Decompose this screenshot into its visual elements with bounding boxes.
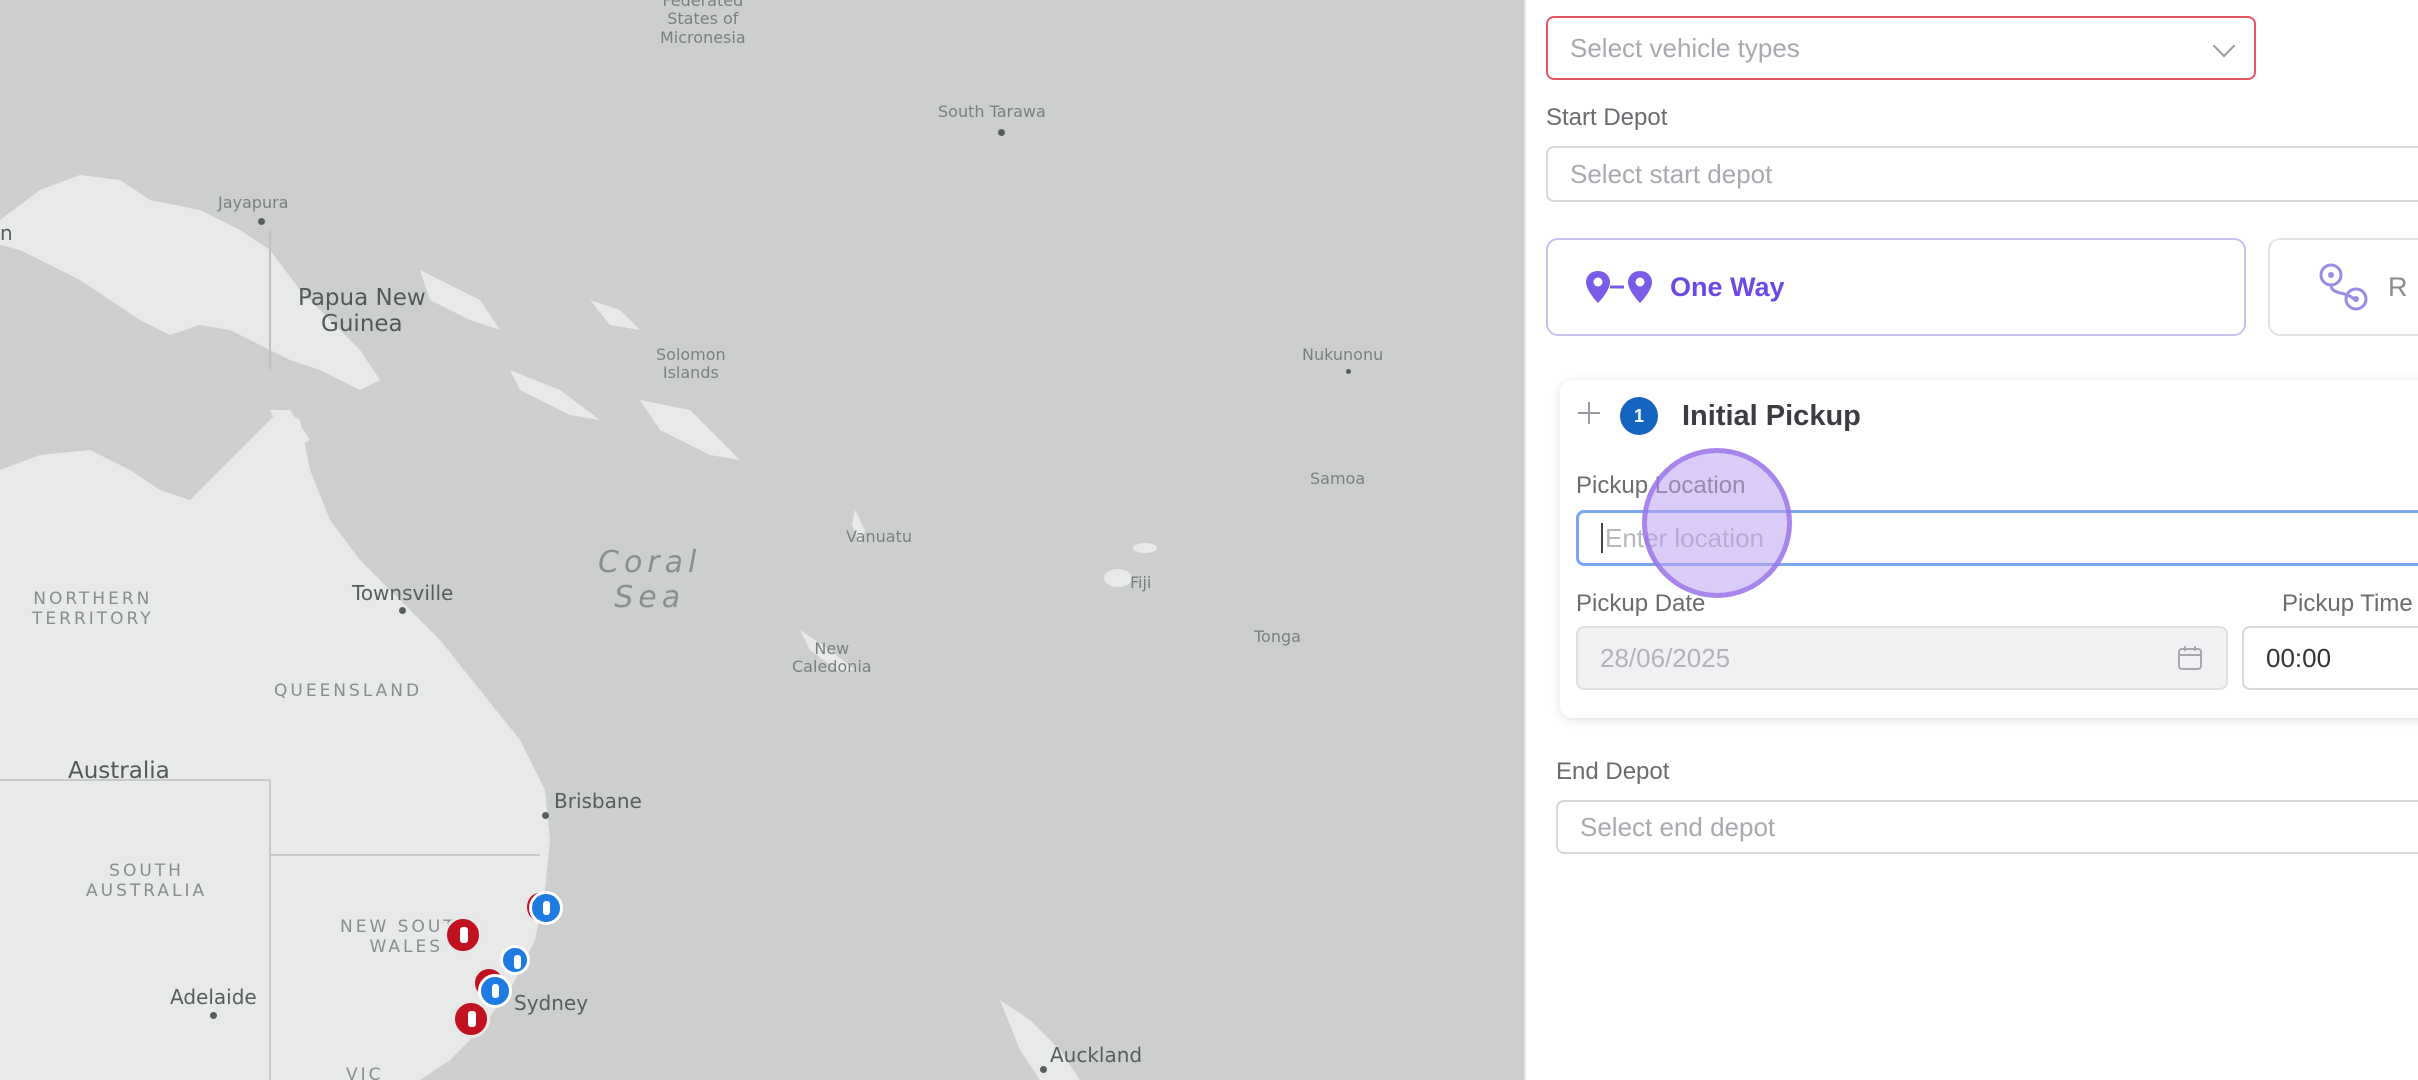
map-label-micronesia: Federated States of Micronesia (660, 0, 746, 47)
map-city-dot (542, 812, 549, 819)
map-label-vanuatu: Vanuatu (846, 527, 913, 546)
pickup-time-label: Pickup Time (2282, 590, 2413, 617)
one-way-label: One Way (1670, 271, 1785, 302)
map-label-auckland: Auckland (1050, 1043, 1143, 1067)
map-land-shapes (0, 175, 1157, 1080)
one-way-button[interactable]: One Way (1546, 238, 2246, 336)
start-depot-select[interactable]: Select start depot (1546, 146, 2418, 202)
pickup-time-input[interactable]: 00:00 (2242, 626, 2418, 690)
drag-handle-icon[interactable] (1576, 400, 1602, 426)
map-city-dot (998, 129, 1005, 136)
map-label-samoa: Samoa (1310, 469, 1366, 488)
map-view[interactable]: Federated States of Micronesia South Tar… (0, 0, 1524, 1080)
map-label-tonga: Tonga (1254, 627, 1301, 646)
map-marker-red[interactable] (444, 916, 482, 954)
pickup-time-value: 00:00 (2266, 642, 2332, 673)
map-label-queensland: QUEENSLAND (274, 681, 423, 701)
map-label-northern-territory: NORTHERN TERRITORY (32, 589, 154, 629)
end-depot-select[interactable]: Select end depot (1556, 800, 2418, 854)
map-label-adelaide: Adelaide (170, 985, 257, 1009)
start-depot-label: Start Depot (1546, 104, 1668, 131)
map-label-australia: Australia (68, 758, 170, 784)
initial-pickup-title: Initial Pickup (1682, 400, 1861, 432)
chevron-down-icon (2212, 34, 2236, 58)
map-label-nukunonu: Nukunonu (1302, 345, 1384, 364)
vehicle-types-placeholder: Select vehicle types (1570, 32, 1800, 63)
text-caret (1601, 523, 1603, 553)
map-label-townsville: Townsville (352, 581, 454, 605)
start-depot-placeholder: Select start depot (1570, 158, 1773, 189)
map-marker-blue[interactable] (529, 891, 563, 925)
pickup-date-label: Pickup Date (1576, 590, 1706, 617)
map-city-dot (258, 218, 265, 225)
map-marker-red[interactable] (452, 1000, 490, 1038)
map-label-south-australia: SOUTH AUSTRALIA (86, 861, 208, 901)
map-label-fiji: Fiji (1130, 573, 1152, 592)
pin-to-pin-icon (1586, 271, 1652, 303)
map-label-jayapura: Jayapura (218, 193, 289, 212)
map-label-vic: VIC (346, 1065, 384, 1080)
end-depot-label: End Depot (1556, 758, 1670, 785)
map-city-dot (1040, 1066, 1047, 1073)
map-label-sydney: Sydney (514, 991, 589, 1015)
map-label-south-tarawa: South Tarawa (938, 102, 1046, 121)
map-label-papua-new-guinea: Papua New Guinea (298, 285, 426, 338)
round-trip-label: R (2388, 271, 2408, 302)
calendar-icon[interactable] (2176, 644, 2204, 672)
pickup-date-value: 28/06/2025 (1600, 642, 1731, 673)
map-label-solomon-islands: Solomon Islands (656, 345, 726, 383)
map-label-coral-sea: Coral Sea (598, 545, 702, 615)
map-marker-blue[interactable] (500, 945, 530, 975)
end-depot-placeholder: Select end depot (1580, 811, 1776, 842)
touch-indicator (1642, 448, 1792, 598)
round-trip-icon (2319, 263, 2368, 311)
map-city-dot (1346, 369, 1351, 374)
step-number-badge: 1 (1620, 397, 1658, 435)
map-label-new-caledonia: New Caledonia (792, 639, 872, 677)
vehicle-types-select[interactable]: Select vehicle types (1546, 16, 2256, 80)
map-city-dot (399, 607, 406, 614)
map-marker-blue[interactable] (478, 974, 512, 1008)
pickup-date-input[interactable]: 28/06/2025 (1576, 626, 2228, 690)
round-trip-button[interactable]: R (2268, 238, 2418, 336)
map-label-edge: n (0, 221, 13, 245)
map-city-dot (210, 1012, 217, 1019)
map-label-brisbane: Brisbane (554, 789, 642, 813)
